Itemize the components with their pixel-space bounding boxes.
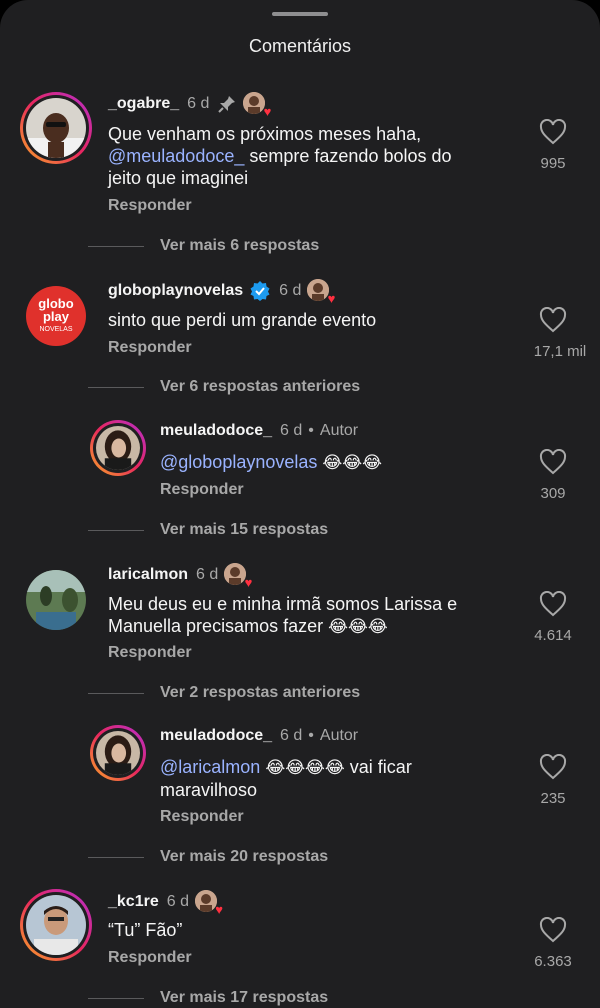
heart-outline-icon: [539, 449, 567, 475]
comment-time: 6 d: [187, 95, 210, 112]
pin-icon: [217, 94, 237, 114]
like-count: 6.363: [534, 953, 572, 970]
view-more-replies[interactable]: Ver mais 6 respostas: [88, 237, 319, 255]
avatar[interactable]: [26, 570, 86, 630]
verified-badge-icon: [249, 280, 271, 302]
like-button[interactable]: 309: [513, 449, 593, 502]
comment-text: @globoplaynovelas 😂😂😂: [160, 451, 382, 474]
comment-username[interactable]: laricalmon: [108, 566, 188, 584]
divider-line: [88, 997, 144, 999]
logo-text: play: [42, 308, 69, 324]
comment-time: 6 d: [166, 893, 189, 910]
comment-time: 6 d: [279, 282, 302, 299]
emoji-text: 😂😂😂: [322, 453, 382, 473]
view-previous-replies[interactable]: Ver 6 respostas anteriores: [88, 378, 360, 396]
heart-outline-icon: [539, 119, 567, 145]
like-count: 309: [540, 485, 566, 502]
comment-username[interactable]: globoplaynovelas: [108, 282, 243, 300]
comment-time: 6 d: [280, 422, 303, 439]
heart-outline-icon: [539, 591, 567, 617]
like-button[interactable]: 235: [513, 754, 593, 807]
view-previous-replies[interactable]: Ver 2 respostas anteriores: [88, 684, 360, 702]
liked-by-author-icon: ♥: [307, 279, 335, 305]
avatar[interactable]: [90, 725, 146, 781]
comment-username[interactable]: meuladodoce_: [160, 727, 272, 745]
like-button[interactable]: 4.614: [513, 591, 593, 644]
drag-handle[interactable]: [272, 12, 328, 16]
like-count: 4.614: [534, 627, 572, 644]
author-label: Autor: [319, 422, 359, 439]
like-count: 235: [540, 790, 566, 807]
logo-text: NOVELAS: [39, 325, 73, 333]
emoji-text: 😂😂😂😂: [265, 758, 345, 778]
like-button[interactable]: 17,1 mil: [513, 307, 593, 360]
logo-text: globo: [38, 295, 74, 311]
view-more-replies[interactable]: Ver mais 17 respostas: [88, 989, 328, 1007]
divider-line: [88, 245, 144, 247]
heart-outline-icon: [539, 754, 567, 780]
avatar[interactable]: [20, 92, 92, 164]
view-more-replies[interactable]: Ver mais 15 respostas: [88, 521, 328, 539]
comment-time: 6 d: [280, 727, 303, 744]
reply-button[interactable]: Responder: [108, 949, 192, 967]
divider-line: [88, 529, 144, 531]
like-count: 995: [540, 155, 566, 172]
view-more-replies[interactable]: Ver mais 20 respostas: [88, 848, 328, 866]
reply-button[interactable]: Responder: [160, 481, 244, 499]
reply-button[interactable]: Responder: [108, 339, 192, 357]
liked-by-author-icon: ♥: [224, 563, 252, 589]
like-button[interactable]: 995: [513, 119, 593, 172]
reply-button[interactable]: Responder: [108, 197, 192, 215]
divider-line: [88, 692, 144, 694]
avatar[interactable]: [90, 420, 146, 476]
comments-sheet: Comentários _ogabre_ 6 d ♥ Que venham os…: [0, 0, 600, 1008]
avatar[interactable]: [20, 889, 92, 961]
comment-time: 6 d: [196, 566, 219, 583]
divider-line: [88, 856, 144, 858]
mention-link[interactable]: @laricalmon: [160, 757, 260, 777]
comment-text: Meu deus eu e minha irmã somos Larissa e…: [108, 594, 458, 637]
heart-outline-icon: [539, 917, 567, 943]
liked-by-author-icon: ♥: [243, 92, 271, 118]
separator-dot: •: [308, 422, 314, 439]
sheet-title: Comentários: [248, 36, 352, 56]
comment-text: @laricalmon 😂😂😂😂 vai ficar maravilhoso: [160, 757, 412, 800]
comment-text: Que venham os próximos meses haha, @meul…: [108, 124, 452, 188]
divider-line: [88, 386, 144, 388]
liked-by-author-icon: ♥: [194, 890, 223, 916]
heart-outline-icon: [539, 307, 567, 333]
comment-text: “Tu” Fão”: [108, 920, 183, 940]
comment-username[interactable]: _ogabre_: [108, 95, 179, 113]
avatar[interactable]: globo play NOVELAS: [26, 286, 86, 346]
comment-text: sinto que perdi um grande evento: [108, 310, 377, 330]
like-count: 17,1 mil: [533, 343, 587, 360]
emoji-text: 😂😂😂: [328, 617, 388, 637]
comment-username[interactable]: meuladodoce_: [160, 422, 272, 440]
separator-dot: •: [308, 727, 314, 744]
comment-username[interactable]: _kc1re: [108, 893, 159, 911]
reply-button[interactable]: Responder: [160, 808, 244, 826]
like-button[interactable]: 6.363: [513, 917, 593, 970]
mention-link[interactable]: @meuladodoce_: [108, 146, 244, 166]
mention-link[interactable]: @globoplaynovelas: [160, 452, 317, 472]
author-label: Autor: [319, 727, 359, 744]
reply-button[interactable]: Responder: [108, 644, 192, 662]
